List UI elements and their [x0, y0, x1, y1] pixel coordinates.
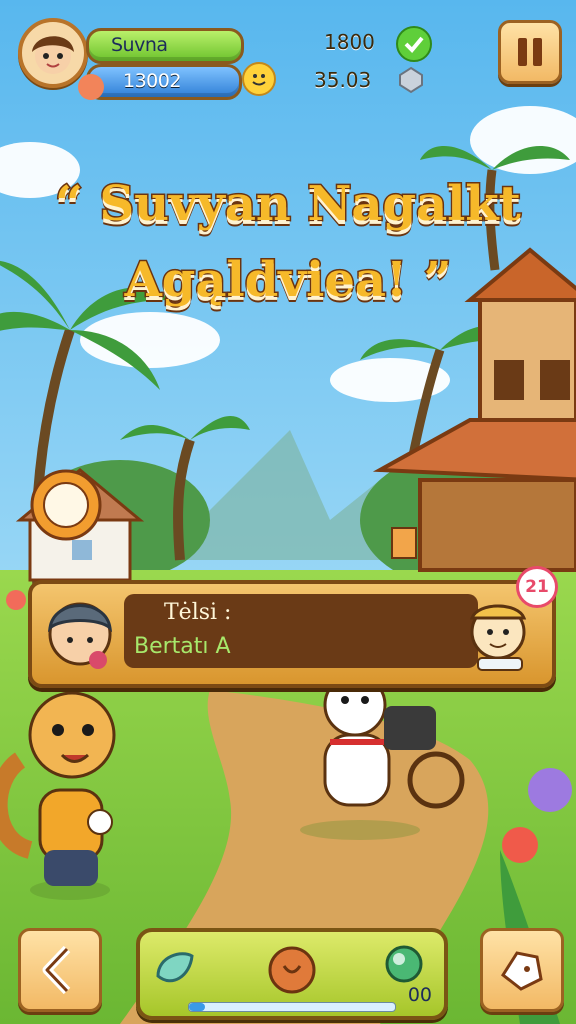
smiley-icon [242, 62, 276, 96]
title-line-1: “ Suvyan Nagalkt [54, 175, 523, 234]
gem-icon [398, 66, 424, 94]
dialog-text-panel: Tėlsi : Bertatı A [124, 594, 478, 668]
back-button[interactable] [18, 928, 102, 1012]
player-name: Suvna [111, 34, 168, 56]
back-arrow-icon [42, 945, 71, 995]
player-avatar[interactable] [18, 18, 88, 88]
title-line-2: Agąldviea! ” [123, 251, 453, 310]
acorn-icon[interactable] [264, 938, 320, 996]
dialog-speaker: Tėlsi : [164, 600, 232, 625]
score-bar: 13002 [86, 64, 242, 100]
check-icon [396, 26, 432, 62]
score-value: 13002 [123, 70, 181, 92]
notification-badge[interactable]: 21 [516, 566, 558, 608]
map-button[interactable] [480, 928, 564, 1012]
action-bar: 00 [136, 928, 448, 1020]
top-value: 1800 [324, 30, 375, 54]
avatar-face-icon [32, 36, 74, 74]
dialog-line: Bertatı A [134, 634, 231, 659]
game-scene [0, 0, 576, 1024]
progress-fill [189, 1003, 206, 1011]
dialog-box[interactable]: Tėlsi : Bertatı A [28, 580, 556, 688]
secondary-value: 35.03 [314, 68, 372, 92]
player-name-bar: Suvna [86, 28, 244, 64]
pause-icon [518, 38, 542, 66]
map-icon [501, 951, 543, 991]
leaf-icon[interactable] [152, 946, 198, 992]
item-count: 00 [407, 984, 432, 1006]
progress-bar [188, 1002, 396, 1012]
orb-icon[interactable] [384, 944, 424, 984]
pause-button[interactable] [498, 20, 562, 84]
bonus-flower-icon [78, 74, 104, 100]
speaker-portrait [40, 588, 120, 672]
